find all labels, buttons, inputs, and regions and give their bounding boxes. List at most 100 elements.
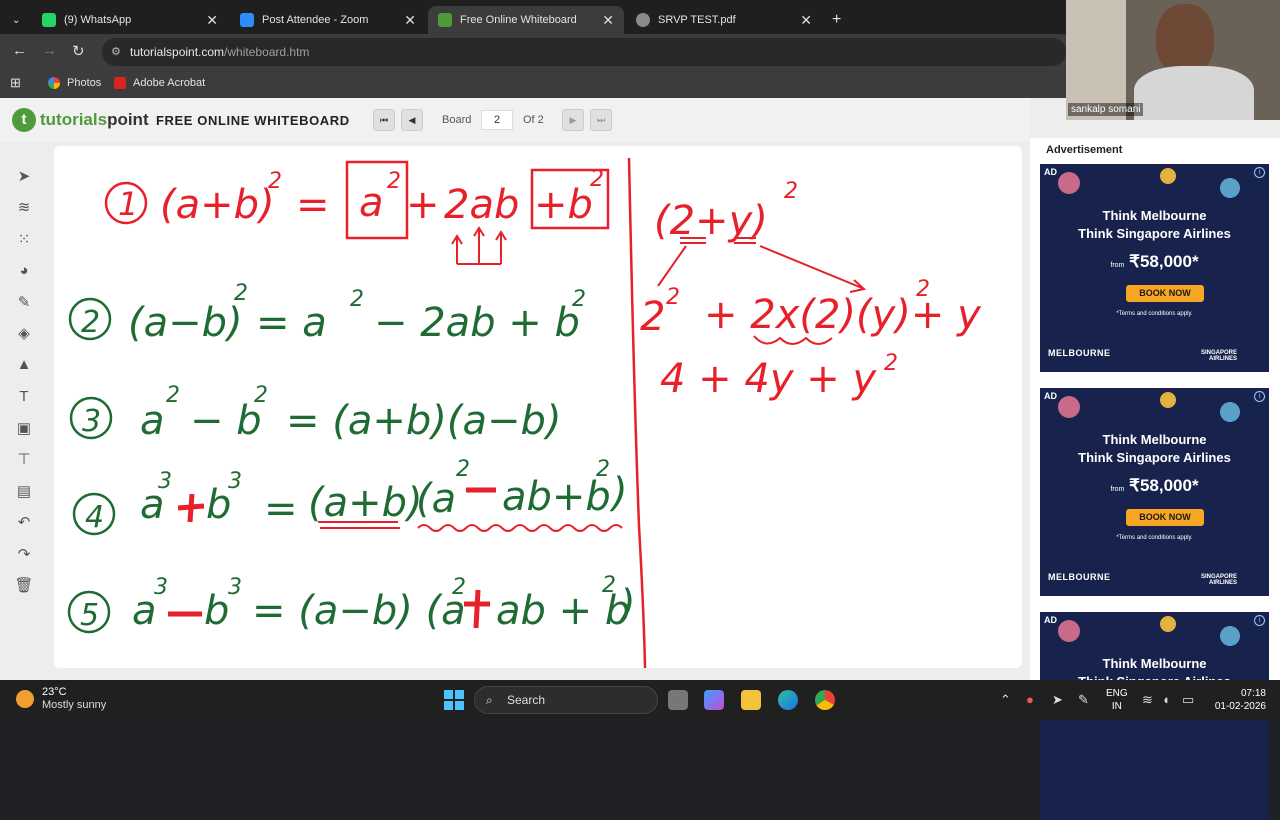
- flower-decoration: [1220, 626, 1240, 646]
- formula-text: (a−b): [128, 300, 243, 346]
- whiteboard-canvas[interactable]: 1 (a+b) 2 = a 2 + 2ab +b 2 2 (a−b) 2 = a…: [54, 146, 1022, 668]
- formula-2: 2 (a−b) 2 = a 2 − 2ab + b 2: [68, 281, 586, 346]
- chrome-icon[interactable]: [815, 690, 835, 710]
- pen-icon: ✎: [17, 293, 31, 311]
- video-feed[interactable]: sankalp somani: [1066, 0, 1280, 120]
- reload-icon[interactable]: ↻: [72, 42, 85, 60]
- bookmark-photos[interactable]: Photos: [48, 77, 101, 89]
- apps-grid-icon[interactable]: ⊞: [10, 75, 21, 91]
- ad-terms: *Terms and conditions apply.: [1116, 311, 1193, 317]
- person-body: [1134, 66, 1254, 120]
- language-indicator[interactable]: ENG IN: [1106, 687, 1128, 713]
- formula-number: 5: [80, 598, 99, 633]
- exponent: 2: [387, 169, 401, 194]
- delete-tool[interactable]: 🗑: [6, 570, 42, 602]
- red-plus-mark: [464, 589, 490, 629]
- task-view-icon[interactable]: [668, 690, 688, 710]
- presenter-tool[interactable]: ⊤: [6, 444, 42, 476]
- first-board-button[interactable]: ⏮: [373, 109, 395, 131]
- text-icon: T: [19, 387, 29, 405]
- tab-search-dropdown[interactable]: ⌄: [4, 6, 28, 34]
- info-icon[interactable]: i: [1254, 615, 1265, 626]
- logo-text-2: point: [107, 110, 149, 129]
- close-icon[interactable]: ✕: [602, 12, 614, 29]
- formula-text: + 2x(2)(y)+ y: [704, 292, 982, 338]
- select-tool[interactable]: ➤: [6, 160, 42, 192]
- chevron-up-icon[interactable]: ⌃: [1000, 692, 1011, 708]
- flower-decoration: [1160, 616, 1176, 632]
- taskbar-search[interactable]: ⌕ Search: [474, 686, 658, 714]
- text-tool[interactable]: T: [6, 381, 42, 413]
- weather-description: Mostly sunny: [42, 699, 107, 711]
- forward-icon[interactable]: →: [42, 42, 57, 59]
- tab-label: Free Online Whiteboard: [460, 14, 577, 26]
- close-icon[interactable]: ✕: [404, 12, 416, 29]
- wifi-icon[interactable]: ≋: [1142, 692, 1153, 708]
- clock[interactable]: 07:18 01-02-2026: [1210, 687, 1266, 713]
- edge-icon[interactable]: [778, 690, 798, 710]
- bookmark-acrobat[interactable]: Adobe Acrobat: [114, 77, 205, 89]
- last-board-button[interactable]: ⏭: [590, 109, 612, 131]
- ad-banner[interactable]: AD i Think Melbourne Think Singapore Airlin…: [1040, 388, 1269, 596]
- book-now-button[interactable]: BOOK NOW: [1126, 285, 1204, 302]
- battery-icon[interactable]: ▭: [1182, 692, 1194, 708]
- prev-board-button[interactable]: ◀: [401, 109, 423, 131]
- eraser-tool[interactable]: ◈: [6, 318, 42, 350]
- copilot-icon[interactable]: [704, 690, 724, 710]
- site-info-icon[interactable]: ⚙: [111, 38, 121, 66]
- undo-tool[interactable]: ↶: [6, 507, 42, 539]
- volume-icon[interactable]: ◖: [1162, 692, 1170, 707]
- grid-tool[interactable]: ⁙: [6, 223, 42, 255]
- pen-tool[interactable]: ✎: [6, 286, 42, 318]
- info-icon[interactable]: i: [1254, 391, 1265, 402]
- image-tool[interactable]: ▣: [6, 412, 42, 444]
- exponent: 2: [268, 169, 282, 194]
- tab-zoom[interactable]: Post Attendee - Zoom ✕: [230, 6, 426, 34]
- send-icon[interactable]: ➤: [1052, 692, 1063, 708]
- close-icon[interactable]: ✕: [800, 12, 812, 29]
- tab-whatsapp[interactable]: (9) WhatsApp ✕: [32, 6, 228, 34]
- lang-code: ENG: [1106, 688, 1128, 699]
- weather-widget[interactable]: 23°C Mostly sunny: [16, 686, 106, 712]
- info-icon[interactable]: i: [1254, 167, 1265, 178]
- formula-text: ): [609, 470, 628, 516]
- zoom-icon: [240, 13, 254, 27]
- pen-icon[interactable]: ✎: [1078, 692, 1089, 708]
- windows-start-icon[interactable]: [444, 690, 464, 710]
- shapes-tool[interactable]: ▲: [6, 349, 42, 381]
- exponent: 2: [166, 383, 180, 408]
- url-field[interactable]: ⚙ tutorialspoint.com/whiteboard.htm: [102, 38, 1066, 66]
- book-now-button[interactable]: BOOK NOW: [1126, 509, 1204, 526]
- layers-tool[interactable]: ≋: [6, 192, 42, 224]
- time: 07:18: [1240, 688, 1266, 699]
- new-tab-button[interactable]: +: [826, 6, 850, 34]
- bookmark-label: Photos: [67, 77, 102, 89]
- exponent: 3: [154, 575, 168, 600]
- exponent: 2: [602, 573, 616, 598]
- next-board-button[interactable]: ▶: [562, 109, 584, 131]
- redo-tool[interactable]: ↷: [6, 538, 42, 570]
- url-host: tutorialspoint.com: [130, 45, 225, 59]
- wavy-underline: [417, 524, 623, 532]
- tutorialspoint-logo[interactable]: t tutorials point: [12, 108, 149, 132]
- bookmark-label: Adobe Acrobat: [133, 77, 206, 89]
- file-explorer-icon[interactable]: [741, 690, 761, 710]
- tab-label: Post Attendee - Zoom: [262, 14, 369, 26]
- ad-line-1: Think Melbourne: [1102, 656, 1207, 671]
- ad-banner[interactable]: AD i Think Melbourne Think Singapore Airlin…: [1040, 164, 1269, 372]
- app-tray-icon[interactable]: ●: [1026, 692, 1034, 707]
- exponent: 2: [590, 167, 604, 192]
- close-icon[interactable]: ✕: [206, 12, 218, 29]
- back-icon[interactable]: ←: [12, 42, 27, 59]
- melbourne-logo: MELBOURNE: [1048, 348, 1111, 358]
- flower-decoration: [1058, 396, 1080, 418]
- tab-whiteboard[interactable]: Free Online Whiteboard ✕: [428, 6, 624, 34]
- select-icon: ➤: [17, 167, 31, 185]
- palette-tool[interactable]: ◕: [6, 255, 42, 287]
- screen-tool[interactable]: ▤: [6, 475, 42, 507]
- ad-line-1: Think Melbourne: [1102, 208, 1207, 223]
- flower-decoration: [1220, 178, 1240, 198]
- formula-text: (a+b): [308, 480, 423, 526]
- tab-pdf[interactable]: SRVP TEST.pdf ✕: [626, 6, 822, 34]
- board-number-input[interactable]: 2: [481, 110, 513, 130]
